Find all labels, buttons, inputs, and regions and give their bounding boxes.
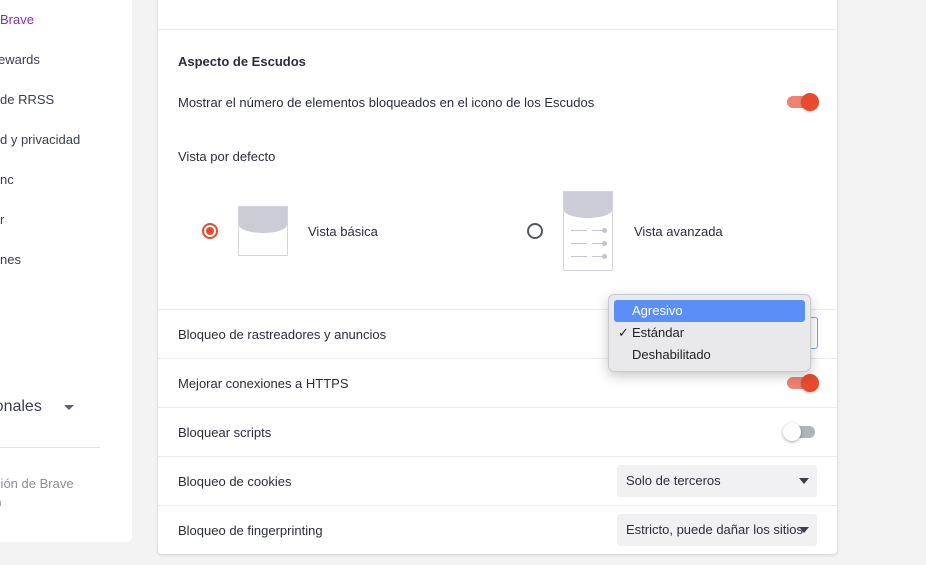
https-toggle[interactable] — [787, 374, 819, 392]
sidebar-item-brave[interactable]: Brave — [0, 12, 34, 27]
toggle-knob — [783, 423, 801, 441]
sidebar-item-search[interactable]: r — [0, 212, 4, 227]
trackers-dropdown-menu: Agresivo ✓ Estándar Deshabilitado — [608, 294, 811, 372]
basic-view-illustration — [238, 206, 288, 256]
checkmark-icon: ✓ — [618, 325, 629, 340]
trackers-label: Bloqueo de rastreadores y anuncios — [178, 327, 387, 342]
sidebar-item-about[interactable]: mación de Brave 4.80 — [0, 474, 74, 514]
sidebar-item-extensions[interactable]: nes — [0, 252, 21, 267]
row-divider — [158, 29, 837, 30]
option-label: Estándar — [632, 325, 685, 340]
sidebar-additional-label: licionales — [0, 398, 42, 415]
panel-header-shape — [239, 207, 287, 233]
shields-settings-card: Aspecto de Escudos Mostrar el número de … — [158, 0, 837, 554]
sidebar-divider — [0, 447, 100, 448]
https-label: Mejorar conexiones a HTTPS — [178, 376, 349, 391]
scripts-toggle[interactable] — [783, 423, 815, 441]
scripts-label: Bloquear scripts — [178, 425, 272, 440]
about-version: 4.80 — [0, 494, 74, 514]
sidebar-item-privacy[interactable]: d y privacidad — [0, 132, 80, 147]
advanced-view-label[interactable]: Vista avanzada — [634, 224, 723, 239]
advanced-view-radio[interactable] — [527, 223, 543, 239]
panel-line — [571, 243, 587, 244]
show-count-label: Mostrar el número de elementos bloqueado… — [178, 95, 595, 110]
dropdown-option-aggressive[interactable]: Agresivo — [614, 300, 805, 322]
dropdown-option-disabled[interactable]: Deshabilitado — [614, 344, 805, 366]
row-divider — [158, 456, 837, 457]
fingerprinting-select[interactable]: Estricto, puede dañar los sitios — [617, 514, 817, 546]
default-view-label: Vista por defecto — [178, 149, 276, 164]
cookies-select[interactable]: Solo de terceros — [617, 465, 817, 497]
settings-sidebar: Brave ewards de RRSS d y privacidad nc r… — [0, 0, 132, 542]
basic-view-radio[interactable] — [202, 223, 218, 239]
basic-view-label[interactable]: Vista básica — [308, 224, 378, 239]
cookies-select-value: Solo de terceros — [626, 473, 721, 488]
chevron-down-icon — [799, 527, 809, 533]
cookies-label: Bloqueo de cookies — [178, 474, 292, 489]
fingerprinting-label: Bloqueo de fingerprinting — [178, 523, 323, 538]
about-label: mación de Brave — [0, 476, 74, 491]
chevron-down-icon — [799, 478, 809, 484]
toggle-knob — [801, 93, 819, 111]
advanced-view-illustration — [563, 191, 613, 271]
row-divider — [158, 407, 837, 408]
panel-dot — [602, 228, 607, 233]
panel-dot — [602, 241, 607, 246]
sidebar-item-social-media[interactable]: de RRSS — [0, 92, 54, 107]
show-count-toggle[interactable] — [787, 93, 819, 111]
sidebar-item-rewards[interactable]: ewards — [0, 52, 40, 67]
panel-line — [571, 256, 587, 257]
option-label: Agresivo — [632, 303, 683, 318]
panel-line — [571, 230, 587, 231]
panel-header-shape — [564, 192, 612, 218]
toggle-knob — [801, 374, 819, 392]
chevron-down-icon — [63, 404, 74, 410]
option-label: Deshabilitado — [632, 347, 711, 362]
sidebar-additional-settings[interactable]: licionales — [0, 398, 74, 416]
row-divider — [158, 505, 837, 506]
sidebar-item-sync[interactable]: nc — [0, 172, 14, 187]
section-title: Aspecto de Escudos — [178, 54, 306, 69]
panel-dot — [602, 254, 607, 259]
fingerprinting-select-value: Estricto, puede dañar los sitios — [626, 522, 804, 537]
dropdown-option-standard[interactable]: ✓ Estándar — [614, 322, 805, 344]
